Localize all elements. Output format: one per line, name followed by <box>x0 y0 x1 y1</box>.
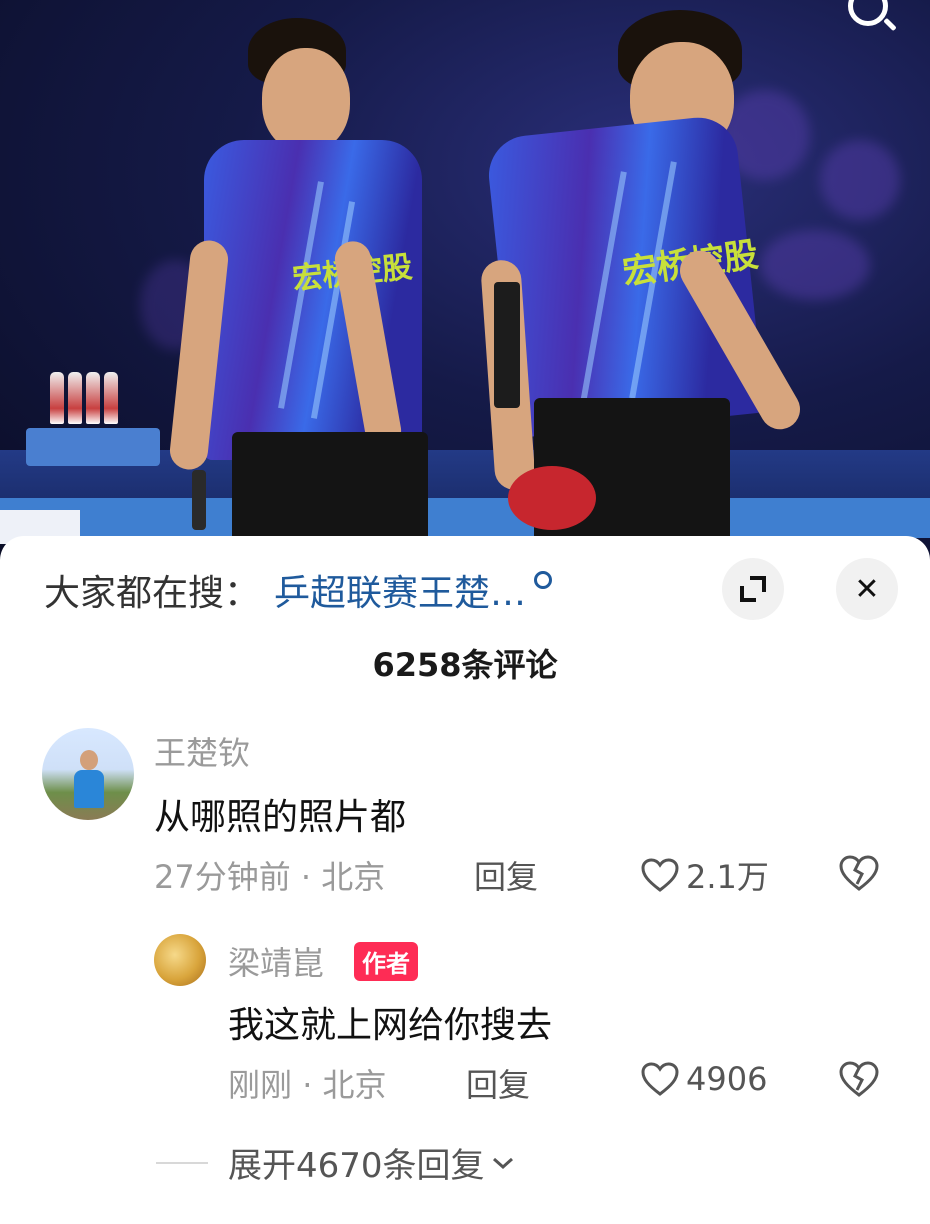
broken-heart-icon <box>839 855 879 891</box>
dislike-button[interactable] <box>838 854 880 896</box>
broken-heart-icon <box>839 1061 879 1097</box>
dislike-button[interactable] <box>838 1060 880 1102</box>
reply-username[interactable]: 梁靖崑 <box>228 938 324 984</box>
comment-sheet: 大家都在搜： 乒超联赛王楚… ✕ 6258条评论 王楚钦 从哪照的照片都 27分… <box>0 536 930 1224</box>
player-left: 宏桥控股 <box>168 0 450 560</box>
like-button[interactable]: 2.1万 <box>640 852 769 898</box>
reply-location: 北京 <box>322 1066 387 1104</box>
expand-divider <box>156 1162 208 1164</box>
close-button[interactable]: ✕ <box>836 558 898 620</box>
like-button[interactable]: 4906 <box>640 1060 767 1098</box>
expand-icon <box>740 576 766 602</box>
comment-text: 从哪照的照片都 <box>154 797 407 838</box>
comment-time: 27分钟前 <box>154 858 291 896</box>
expand-sheet-button[interactable] <box>722 558 784 620</box>
reply-button[interactable]: 回复 <box>474 852 538 898</box>
avatar[interactable] <box>154 934 206 986</box>
water-cooler <box>26 428 160 466</box>
comment-location: 北京 <box>321 858 386 896</box>
expand-replies-label: 展开4670条回复 <box>228 1146 485 1186</box>
chevron-down-icon <box>492 1157 513 1169</box>
author-badge: 作者 <box>354 942 418 981</box>
reply-text: 我这就上网给你搜去 <box>228 1005 553 1046</box>
trending-search-bar[interactable]: 大家都在搜： 乒超联赛王楚… <box>44 564 553 616</box>
heart-icon <box>641 1062 679 1096</box>
like-count: 4906 <box>686 1060 768 1098</box>
comment-username[interactable]: 王楚钦 <box>154 728 250 774</box>
reply-button[interactable]: 回复 <box>466 1060 530 1106</box>
trending-search-prefix: 大家都在搜： <box>44 573 261 614</box>
player-right: 宏桥控股 <box>480 0 860 560</box>
water-bottles <box>50 372 122 428</box>
heart-icon <box>641 858 679 892</box>
reply-meta: 刚刚 · 北京 <box>228 1066 387 1104</box>
post-photo[interactable]: 宏桥控股 宏桥控股 <box>0 0 930 560</box>
trending-search-keyword[interactable]: 乒超联赛王楚… <box>274 564 526 616</box>
search-icon <box>534 571 553 589</box>
comment-count: 6258条评论 <box>372 646 558 684</box>
expand-replies-button[interactable]: 展开4670条回复 <box>228 1138 517 1187</box>
like-count: 2.1万 <box>686 858 769 896</box>
comment-meta: 27分钟前 · 北京 <box>154 858 386 896</box>
reply-time: 刚刚 <box>228 1066 293 1104</box>
avatar[interactable] <box>42 728 134 820</box>
close-icon: ✕ <box>854 571 880 607</box>
